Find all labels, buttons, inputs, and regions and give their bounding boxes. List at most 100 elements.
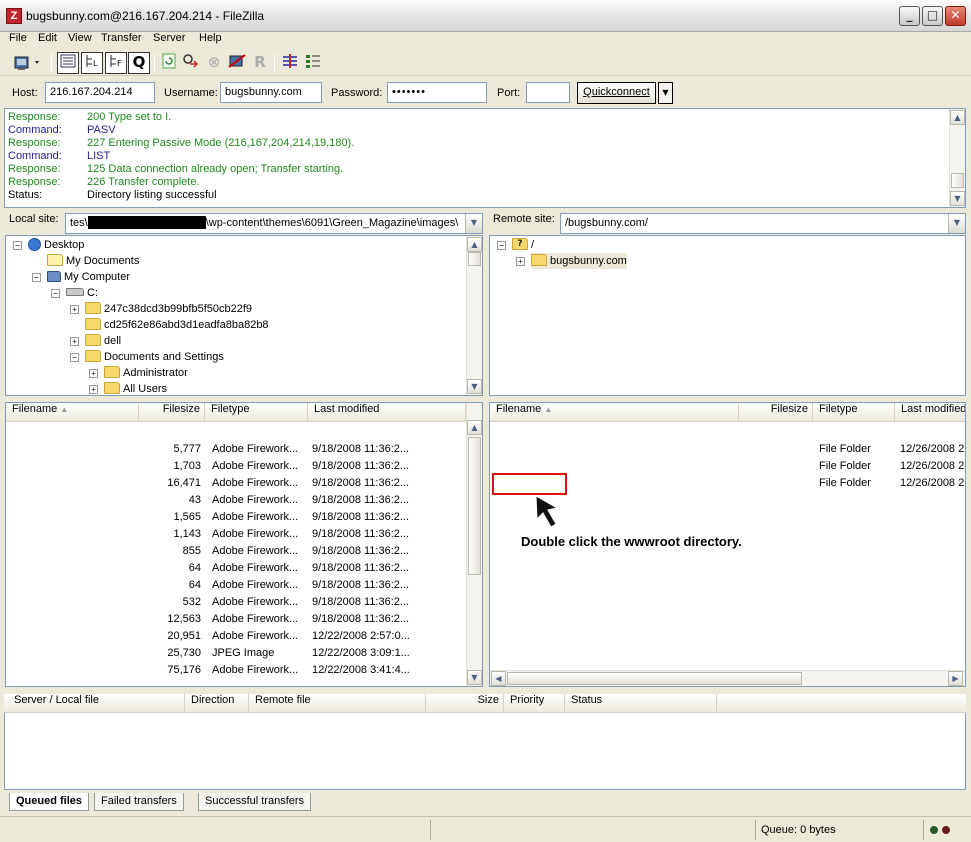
queue-col-server-local-file[interactable]: Server / Local file — [4, 694, 185, 713]
toggle-local-tree-icon[interactable]: L — [81, 52, 103, 74]
process-queue-icon[interactable] — [180, 52, 202, 74]
minimize-button[interactable]: _ — [899, 6, 920, 26]
username-input[interactable]: bugsbunny.com — [220, 82, 322, 103]
expand-icon[interactable]: + — [70, 337, 79, 346]
expand-icon[interactable]: + — [70, 305, 79, 314]
expand-icon[interactable]: + — [89, 385, 98, 394]
tab-successful-transfers[interactable]: Successful transfers — [198, 793, 312, 811]
menu-server[interactable]: Server — [148, 32, 190, 50]
disconnect-icon[interactable] — [226, 52, 248, 74]
menu-file[interactable]: File — [4, 32, 32, 50]
file-row[interactable]: background.gif16,471Adobe Firework...9/1… — [6, 475, 466, 492]
file-row[interactable]: .. — [6, 424, 466, 441]
file-row[interactable]: dbFile Folder12/26/2008 2 — [490, 441, 965, 458]
menu-edit[interactable]: Edit — [33, 32, 62, 50]
remote-path-dropdown-icon[interactable]: ▼ — [948, 214, 965, 233]
tab-failed-transfers[interactable]: Failed transfers — [94, 793, 184, 811]
tree-item[interactable]: cd25f62e86abd3d1eadfa8ba82b8 — [85, 317, 269, 333]
scroll-down-icon[interactable]: ▼ — [950, 191, 965, 206]
remote-col-filesize[interactable]: Filesize — [739, 403, 813, 422]
tree-item[interactable]: My Computer — [47, 269, 130, 285]
scroll-thumb[interactable] — [468, 252, 481, 266]
local-site-path-input[interactable]: tes\ \wp-content\themes\6091\Green_Magazi… — [65, 213, 483, 234]
local-list-scrollbar[interactable]: ▲ ▼ — [466, 403, 482, 686]
scroll-up-icon[interactable]: ▲ — [950, 110, 965, 125]
local-col-filesize[interactable]: Filesize — [139, 403, 205, 422]
maximize-button[interactable]: □ — [922, 6, 943, 26]
sync-browsing-icon[interactable] — [302, 52, 324, 74]
refresh-icon[interactable] — [158, 52, 180, 74]
tree-item[interactable]: Administrator — [104, 365, 188, 381]
queue-col-status[interactable]: Status — [565, 694, 717, 713]
scroll-thumb[interactable] — [951, 173, 964, 188]
collapse-icon[interactable]: − — [51, 289, 60, 298]
password-input[interactable]: ••••••• — [387, 82, 487, 103]
tree-item[interactable]: dell — [85, 333, 121, 349]
local-path-dropdown-icon[interactable]: ▼ — [465, 214, 482, 233]
tree-item[interactable]: Desktop — [28, 237, 84, 253]
tab-queued-files[interactable]: Queued files — [9, 793, 90, 811]
file-row[interactable]: .. — [490, 424, 965, 441]
cancel-icon[interactable]: ⊗ — [203, 52, 225, 74]
toggle-queue-icon[interactable]: Q — [128, 52, 150, 74]
scroll-up-icon[interactable]: ▲ — [467, 237, 482, 252]
remote-col-filetype[interactable]: Filetype — [813, 403, 895, 422]
file-row[interactable]: Fwarchive.png1,703Adobe Firework...9/18/… — [6, 458, 466, 475]
toggle-message-log-icon[interactable] — [57, 52, 79, 74]
file-row[interactable]: Fwblogroll.png1,565Adobe Firework...9/18… — [6, 509, 466, 526]
remote-list-hscrollbar[interactable]: ◀ ▶ — [490, 670, 965, 686]
local-col-filename[interactable]: Filename ▲ — [6, 403, 139, 422]
file-row[interactable]: Copy of logo.gif12,563Adobe Firework...9… — [6, 611, 466, 628]
queue-col-direction[interactable]: Direction — [185, 694, 249, 713]
quickconnect-button[interactable]: Quickconnect — [577, 82, 656, 104]
remote-col-last-modified[interactable]: Last modified — [895, 403, 965, 422]
remote-col-filename[interactable]: Filename ▲ — [490, 403, 739, 422]
menu-transfer[interactable]: Transfer — [96, 32, 147, 50]
tree-item[interactable]: bugsbunny.com — [531, 253, 627, 269]
menu-help[interactable]: Help — [194, 32, 227, 50]
port-input[interactable] — [526, 82, 570, 103]
file-row[interactable]: blank.gif43Adobe Firework...9/18/2008 11… — [6, 492, 466, 509]
tree-item[interactable]: C: — [66, 285, 98, 301]
close-button[interactable]: ✕ — [945, 6, 966, 26]
title-bar[interactable]: Z bugsbunny.com@216.167.204.214 - FileZi… — [0, 0, 971, 32]
tree-item[interactable]: All Users — [104, 381, 167, 395]
scroll-up-icon[interactable]: ▲ — [467, 420, 482, 435]
scroll-left-icon[interactable]: ◀ — [491, 671, 506, 686]
remote-site-path-input[interactable]: /bugsbunny.com/ — [560, 213, 966, 234]
expand-icon[interactable]: + — [89, 369, 98, 378]
tree-item[interactable]: 247c38dcd3b99bfb5f50cb22f9 — [85, 301, 252, 317]
file-row[interactable]: Fwcategories.png1,143Adobe Firework...9/… — [6, 526, 466, 543]
collapse-icon[interactable]: − — [70, 353, 79, 362]
file-row[interactable]: category_dot.gif64Adobe Firework...9/18/… — [6, 560, 466, 577]
menu-view[interactable]: View — [63, 32, 97, 50]
file-row[interactable]: Fwcomment.png532Adobe Firework...9/18/20… — [6, 594, 466, 611]
scroll-down-icon[interactable]: ▼ — [467, 670, 482, 685]
scroll-right-icon[interactable]: ▶ — [948, 671, 963, 686]
collapse-icon[interactable]: − — [497, 241, 506, 250]
quickconnect-dropdown-icon[interactable]: ▼ — [658, 82, 673, 104]
tree-item[interactable]: ? / — [512, 237, 534, 253]
tree-item[interactable]: Documents and Settings — [85, 349, 224, 365]
file-row[interactable]: category_dot2.gif64Adobe Firework...9/18… — [6, 577, 466, 594]
queue-col-remote-file[interactable]: Remote file — [249, 694, 426, 713]
scroll-thumb[interactable] — [507, 672, 802, 685]
reconnect-icon[interactable]: R — [249, 52, 271, 74]
file-row[interactable]: Fwlogo.png75,176Adobe Firework...12/22/2… — [6, 662, 466, 679]
scroll-down-icon[interactable]: ▼ — [467, 379, 482, 394]
log-scrollbar[interactable]: ▲ ▼ — [949, 109, 965, 207]
file-row[interactable]: logo.gif20,951Adobe Firework...12/22/200… — [6, 628, 466, 645]
collapse-icon[interactable]: − — [32, 273, 41, 282]
host-input[interactable]: 216.167.204.214 — [45, 82, 155, 103]
file-row[interactable]: about.gif5,777Adobe Firework...9/18/2008… — [6, 441, 466, 458]
file-row[interactable]: logo.jpg25,730JPEG Image12/22/2008 3:09:… — [6, 645, 466, 662]
queue-col-size[interactable]: Size — [426, 694, 504, 713]
queue-col-priority[interactable]: Priority — [504, 694, 565, 713]
local-col-last-modified[interactable]: Last modified — [308, 403, 466, 422]
local-col-filetype[interactable]: Filetype — [205, 403, 308, 422]
directory-filter-icon[interactable] — [279, 52, 301, 74]
site-manager-icon[interactable] — [12, 52, 44, 74]
scroll-thumb[interactable] — [468, 437, 481, 575]
expand-icon[interactable]: + — [516, 257, 525, 266]
file-row[interactable]: Fwcategories2.png855Adobe Firework...9/1… — [6, 543, 466, 560]
